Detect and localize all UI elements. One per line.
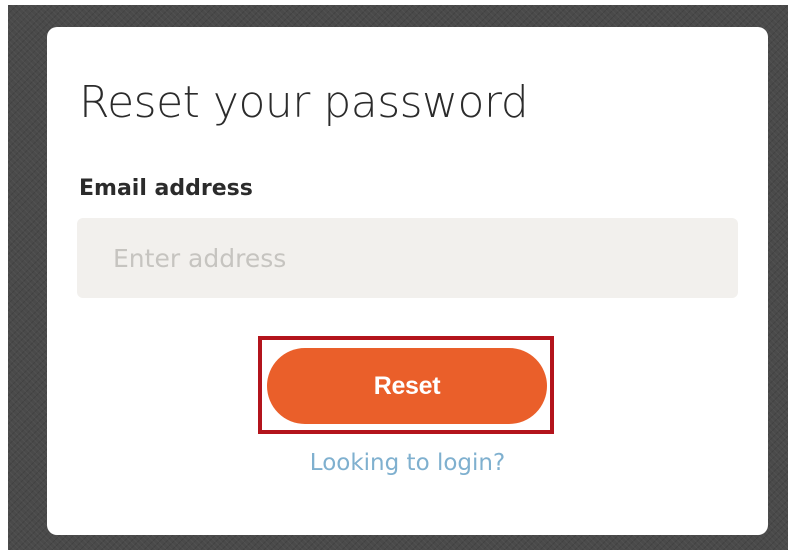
login-link[interactable]: Looking to login? xyxy=(47,448,768,478)
page-title: Reset your password xyxy=(79,77,529,128)
reset-button[interactable]: Reset xyxy=(267,348,547,424)
email-field[interactable] xyxy=(77,218,738,298)
reset-password-card: Reset your password Email address Reset … xyxy=(47,27,768,535)
email-label: Email address xyxy=(79,176,253,201)
